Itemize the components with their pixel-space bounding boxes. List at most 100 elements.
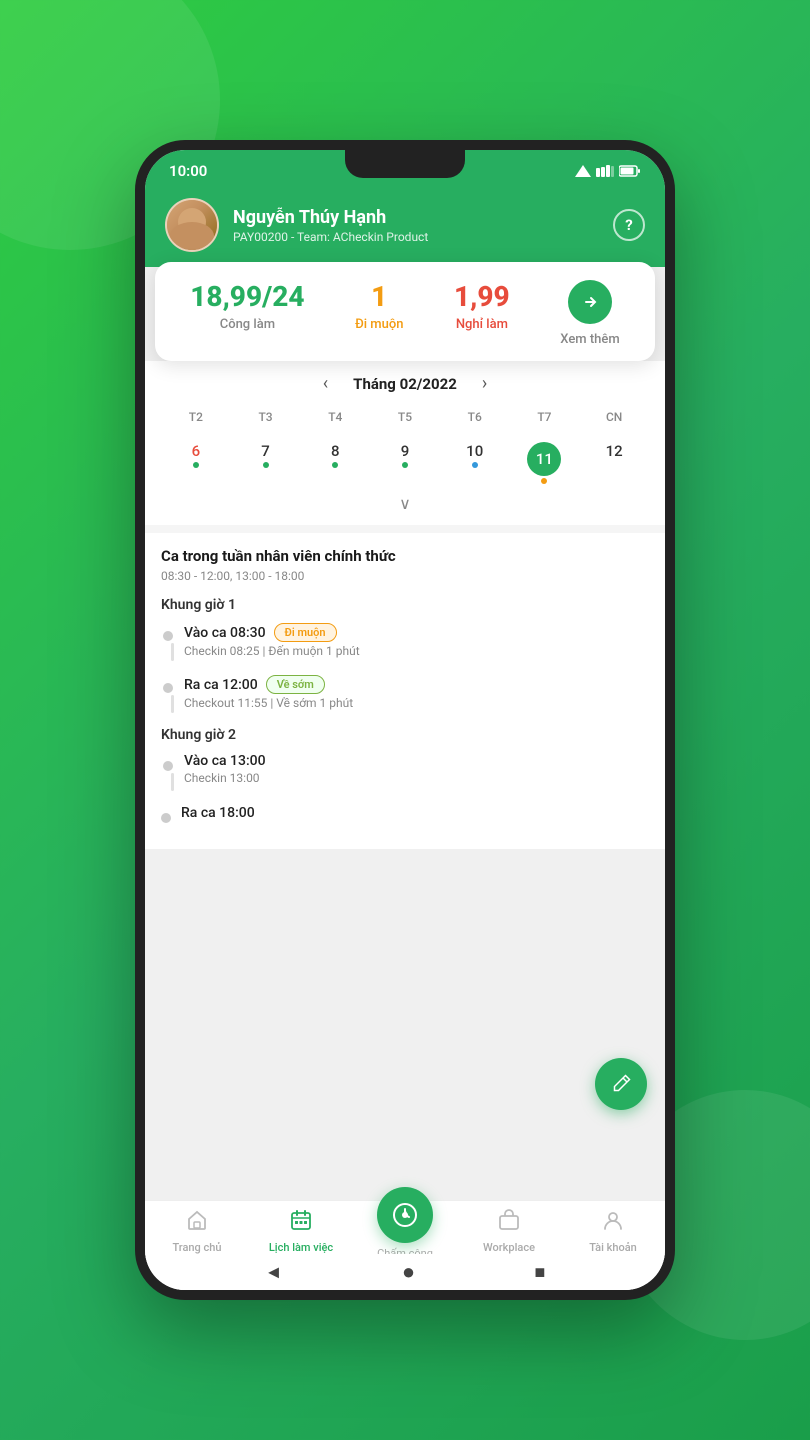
shift-item-ra-ca-2: Ra ca 18:00 — [161, 805, 649, 823]
cong-lam-value: 18,99/24 — [190, 280, 304, 313]
calendar-day-7[interactable]: 7 — [231, 436, 301, 488]
nav-item-trang-chu[interactable]: Trang chủ — [145, 1209, 249, 1254]
calendar-day-9[interactable]: 9 — [370, 436, 440, 488]
avatar — [165, 198, 219, 252]
shift-line-3 — [171, 773, 174, 791]
lich-lam-viec-label: Lịch làm việc — [269, 1241, 333, 1254]
see-more-button[interactable]: Xem thêm — [560, 280, 619, 347]
shift-item-2-header: Ra ca 12:00 Về sớm — [184, 675, 649, 694]
calendar-day-10[interactable]: 10 — [440, 436, 510, 488]
day-header-t4: T4 — [300, 406, 370, 428]
day-header-cn: CN — [579, 406, 649, 428]
shift-dot-3 — [163, 761, 173, 771]
shift-line-1 — [171, 643, 174, 661]
shift-label-1: Khung giờ 1 — [161, 597, 649, 613]
shift-item-3-detail: Checkin 13:00 — [184, 771, 649, 785]
shift-item-vao-ca-1: Vào ca 08:30 Đi muộn Checkin 08:25 | Đến… — [161, 623, 649, 663]
scrollable-content: ‹ Tháng 02/2022 › T2 T3 T4 T5 T6 T7 CN — [145, 361, 665, 1290]
schedule-section: Ca trong tuần nhân viên chính thức 08:30… — [145, 533, 665, 849]
ve-som-badge: Về sớm — [266, 675, 325, 694]
nav-item-lich-lam-viec[interactable]: Lịch làm việc — [249, 1209, 353, 1254]
calendar-days: 6 7 8 9 — [161, 436, 649, 488]
calendar-header: ‹ Tháng 02/2022 › — [161, 373, 649, 394]
shift-item-1-detail: Checkin 08:25 | Đến muộn 1 phút — [184, 644, 649, 658]
shift-item-1-content: Vào ca 08:30 Đi muộn Checkin 08:25 | Đến… — [184, 623, 649, 658]
shift-item-3-header: Vào ca 13:00 — [184, 753, 649, 769]
calendar-day-6[interactable]: 6 — [161, 436, 231, 488]
nghi-lam-label: Nghỉ làm — [454, 317, 510, 332]
back-button[interactable]: ◄ — [265, 1262, 283, 1283]
user-name: Nguyễn Thúy Hạnh — [233, 207, 599, 228]
section-divider — [145, 525, 665, 533]
shift-item-1-header: Vào ca 08:30 Đi muộn — [184, 623, 649, 642]
calendar-day-8[interactable]: 8 — [300, 436, 370, 488]
system-nav-bar: ◄ ● ■ — [145, 1254, 665, 1290]
stat-cong-lam: 18,99/24 Công làm — [190, 280, 304, 332]
day-header-t2: T2 — [161, 406, 231, 428]
shift-item-3-title: Vào ca 13:00 — [184, 753, 266, 769]
calendar-day-12[interactable]: 12 — [579, 436, 649, 488]
shift-label-2: Khung giờ 2 — [161, 727, 649, 743]
status-time: 10:00 — [169, 162, 207, 180]
di-muon-label: Đi muộn — [355, 317, 403, 332]
shift-item-2-title: Ra ca 12:00 — [184, 677, 258, 693]
screen-content: 10:00 Nguyễn Thúy Hạnh PAY00200 - Team: … — [145, 150, 665, 1290]
recent-button[interactable]: ■ — [534, 1262, 545, 1283]
workplace-icon — [498, 1209, 520, 1237]
tai-khoan-label: Tài khoản — [589, 1241, 637, 1254]
shift-item-4-content: Ra ca 18:00 — [181, 805, 649, 823]
home-button[interactable]: ● — [402, 1259, 415, 1285]
phone-notch — [345, 150, 465, 178]
day-header-t6: T6 — [440, 406, 510, 428]
shift-dot-1 — [163, 631, 173, 641]
shift-item-1-title: Vào ca 08:30 — [184, 625, 266, 641]
phone-frame: 10:00 Nguyễn Thúy Hạnh PAY00200 - Team: … — [135, 140, 675, 1300]
shift-item-vao-ca-2: Vào ca 13:00 Checkin 13:00 — [161, 753, 649, 793]
calendar-title: Tháng 02/2022 — [353, 375, 457, 393]
di-muon-badge: Đi muộn — [274, 623, 337, 642]
calendar-day-headers: T2 T3 T4 T5 T6 T7 CN — [161, 406, 649, 428]
calendar-day-11[interactable]: 11 — [510, 436, 580, 488]
account-icon — [602, 1209, 624, 1237]
schedule-title: Ca trong tuần nhân viên chính thức — [161, 547, 649, 565]
shift-line-2 — [171, 695, 174, 713]
calendar-expand-button[interactable]: ∨ — [161, 488, 649, 517]
xem-them-label: Xem thêm — [560, 332, 619, 347]
calendar-section: ‹ Tháng 02/2022 › T2 T3 T4 T5 T6 T7 CN — [145, 361, 665, 525]
shift-item-4-header: Ra ca 18:00 — [181, 805, 649, 821]
help-button[interactable]: ? — [613, 209, 645, 241]
workplace-label: Workplace — [483, 1241, 535, 1254]
edit-fab-button[interactable] — [595, 1058, 647, 1110]
schedule-time: 08:30 - 12:00, 13:00 - 18:00 — [161, 569, 649, 583]
shift-item-ra-ca-1: Ra ca 12:00 Về sớm Checkout 11:55 | Về s… — [161, 675, 649, 715]
calendar-icon — [290, 1209, 312, 1237]
day-header-t7: T7 — [510, 406, 580, 428]
stats-card: 18,99/24 Công làm 1 Đi muộn 1,99 Nghỉ là… — [155, 262, 655, 361]
cham-cong-fab[interactable] — [377, 1187, 433, 1243]
stat-di-muon: 1 Đi muộn — [355, 280, 403, 332]
cong-lam-label: Công làm — [190, 317, 304, 332]
trang-chu-label: Trang chủ — [172, 1241, 221, 1254]
shift-item-2-detail: Checkout 11:55 | Về sớm 1 phút — [184, 696, 649, 710]
home-icon — [186, 1209, 208, 1237]
calendar-prev-button[interactable]: ‹ — [318, 373, 333, 394]
stat-nghi-lam: 1,99 Nghỉ làm — [454, 280, 510, 332]
arrow-circle-icon — [568, 280, 612, 324]
shift-dot-4 — [161, 813, 171, 823]
status-icons — [575, 165, 641, 177]
day-header-t3: T3 — [231, 406, 301, 428]
nav-item-workplace[interactable]: Workplace — [457, 1209, 561, 1254]
shift-item-3-content: Vào ca 13:00 Checkin 13:00 — [184, 753, 649, 785]
day-header-t5: T5 — [370, 406, 440, 428]
di-muon-value: 1 — [355, 280, 403, 313]
shift-dot-2 — [163, 683, 173, 693]
user-subtitle: PAY00200 - Team: ACheckin Product — [233, 230, 599, 244]
nghi-lam-value: 1,99 — [454, 280, 510, 313]
app-header: Nguyễn Thúy Hạnh PAY00200 - Team: ACheck… — [145, 188, 665, 267]
nav-item-tai-khoan[interactable]: Tài khoản — [561, 1209, 665, 1254]
header-info: Nguyễn Thúy Hạnh PAY00200 - Team: ACheck… — [233, 207, 599, 244]
nav-item-cham-cong[interactable]: Chấm công — [353, 1209, 457, 1260]
calendar-next-button[interactable]: › — [477, 373, 492, 394]
shift-item-2-content: Ra ca 12:00 Về sớm Checkout 11:55 | Về s… — [184, 675, 649, 710]
shift-item-4-title: Ra ca 18:00 — [181, 805, 255, 821]
